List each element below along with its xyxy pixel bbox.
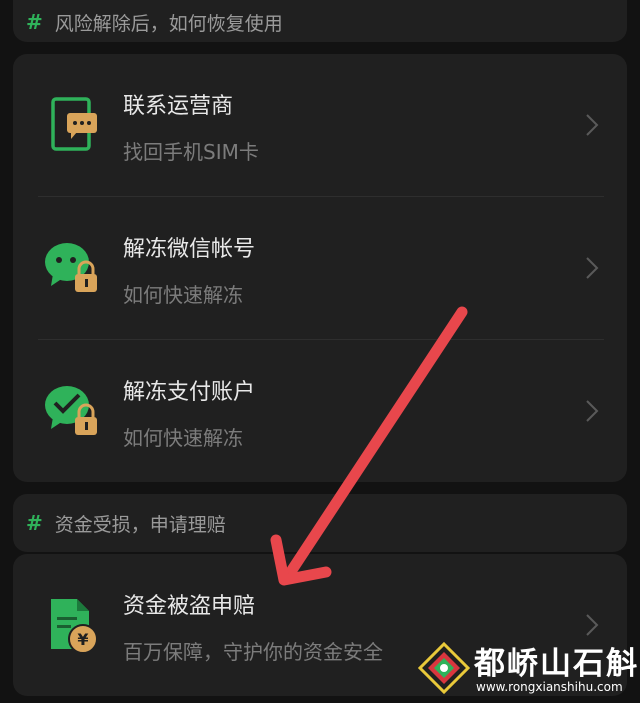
list-item-unfreeze-payment[interactable]: 解冻支付账户 如何快速解冻	[13, 340, 627, 482]
item-title: 资金被盗申赔	[123, 594, 256, 619]
pay-lock-icon	[43, 381, 103, 441]
chevron-right-icon	[586, 114, 599, 136]
watermark: 都峤山石斛 www.rongxianshihu.com	[418, 636, 637, 700]
section-header-claims: # 资金受损，申请理赔	[0, 503, 640, 543]
svg-text:¥: ¥	[77, 630, 88, 649]
item-subtitle: 如何快速解冻	[123, 426, 243, 450]
phone-chat-icon	[43, 95, 103, 155]
chevron-right-icon	[586, 400, 599, 422]
hash-icon: #	[26, 10, 43, 34]
item-subtitle: 找回手机SIM卡	[123, 140, 259, 164]
item-subtitle: 如何快速解冻	[123, 283, 243, 307]
yuan-document-icon: ¥	[43, 595, 103, 655]
item-title: 解冻支付账户	[123, 380, 256, 405]
chevron-right-icon	[586, 257, 599, 279]
watermark-name: 都峤山石斛	[474, 646, 639, 682]
hash-icon: #	[26, 511, 43, 535]
watermark-url: www.rongxianshihu.com	[476, 680, 623, 694]
item-title: 解冻微信帐号	[123, 237, 256, 262]
section-title: 风险解除后，如何恢复使用	[54, 12, 283, 35]
item-subtitle: 百万保障，守护你的资金安全	[123, 640, 383, 664]
list-item-contact-carrier[interactable]: 联系运营商 找回手机SIM卡	[13, 54, 627, 196]
chevron-right-icon	[586, 614, 599, 636]
list-item-unfreeze-wechat[interactable]: 解冻微信帐号 如何快速解冻	[13, 197, 627, 339]
section-title: 资金受损，申请理赔	[54, 513, 226, 536]
watermark-logo-icon	[418, 642, 470, 694]
section-header-recovery: # 风险解除后，如何恢复使用	[0, 2, 640, 42]
wechat-lock-icon	[43, 238, 103, 298]
item-title: 联系运营商	[123, 94, 234, 119]
